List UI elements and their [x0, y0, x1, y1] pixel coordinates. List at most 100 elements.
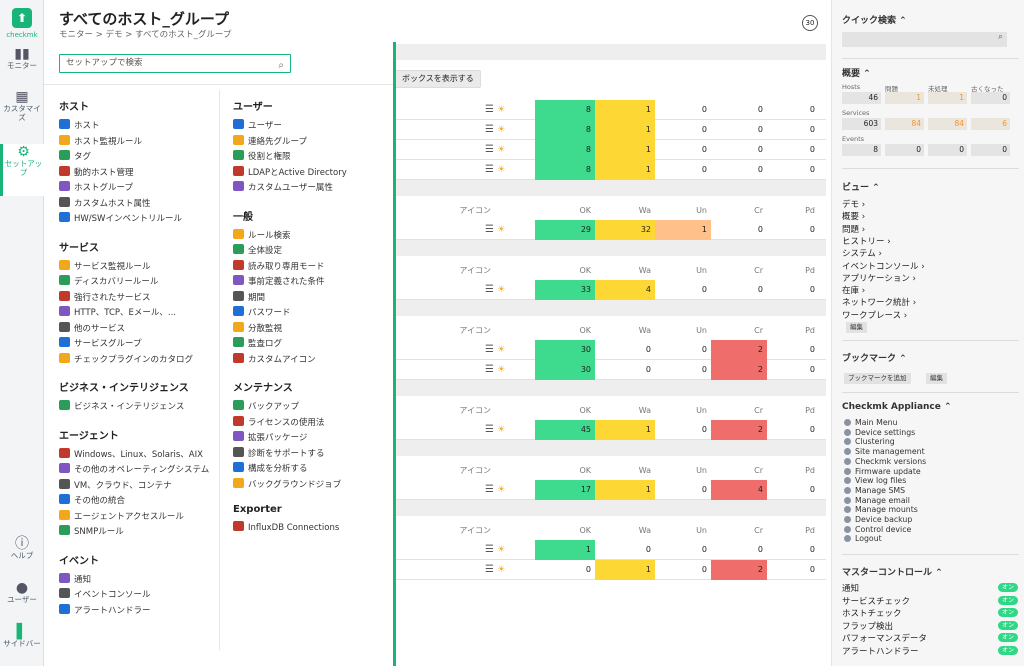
menu-item[interactable]: カスタムユーザー属性 — [233, 181, 347, 197]
count-cell[interactable]: 1 — [595, 560, 655, 580]
nav-user[interactable]: ● ユーザー — [0, 581, 44, 614]
count-cell[interactable]: 8 — [535, 100, 595, 120]
count-cell[interactable]: 0 — [767, 480, 819, 500]
menu-item[interactable]: HTTP、TCP、Eメール、... — [59, 306, 209, 322]
menu-item[interactable]: 連絡先グループ — [233, 134, 347, 151]
column-header[interactable]: Un — [655, 202, 711, 220]
column-header[interactable]: Un — [655, 522, 711, 540]
nav-customize[interactable]: ▦ カスタマイズ — [0, 90, 44, 135]
column-header[interactable]: Cr — [711, 522, 767, 540]
appliance-item[interactable]: Device backup — [844, 515, 912, 524]
menu-item[interactable]: ルール検索 — [233, 228, 347, 245]
column-header[interactable]: アイコン — [435, 262, 495, 280]
column-header[interactable]: Pd — [767, 462, 819, 480]
menu-item[interactable]: 監査ログ — [233, 337, 347, 353]
count-cell[interactable]: 8 — [535, 120, 595, 140]
column-header[interactable]: Un — [655, 402, 711, 420]
view-item[interactable]: ワークプレース › — [842, 309, 907, 321]
view-item[interactable]: システム › — [842, 247, 882, 259]
count-cell[interactable]: 0 — [711, 120, 767, 140]
status-icon[interactable]: ☀ — [497, 545, 505, 555]
bookmark-edit-button[interactable]: 編集 — [926, 373, 947, 384]
menu-item[interactable]: エージェントアクセスルール — [59, 509, 209, 526]
views-title[interactable]: ビュー ⌃ — [842, 180, 880, 193]
count-cell[interactable]: 0 — [767, 540, 819, 560]
appliance-item[interactable]: Clustering — [844, 437, 895, 446]
master-control-title[interactable]: マスターコントロール ⌃ — [842, 565, 943, 578]
menu-item[interactable]: 事前定義された条件 — [233, 275, 347, 291]
column-header[interactable]: Pd — [767, 262, 819, 280]
menu-item[interactable]: 診断をサポートする — [233, 446, 347, 463]
column-header[interactable]: Cr — [711, 262, 767, 280]
menu-icon[interactable]: ☰ — [485, 164, 494, 175]
count-cell[interactable]: 1 — [595, 160, 655, 180]
count-cell[interactable]: 2 — [711, 360, 767, 380]
column-header[interactable]: Pd — [767, 402, 819, 420]
overview-value[interactable]: 603 — [842, 118, 881, 130]
menu-item[interactable]: 分散監視 — [233, 321, 347, 338]
overview-value[interactable]: 1 — [928, 92, 967, 104]
appliance-item[interactable]: Manage mounts — [844, 505, 918, 514]
count-cell[interactable]: 0 — [711, 540, 767, 560]
breadcrumb[interactable]: モニター > デモ > すべてのホスト_グループ — [59, 28, 231, 40]
menu-item[interactable]: 期間 — [233, 290, 347, 307]
menu-item[interactable]: サービスグループ — [59, 337, 209, 353]
overview-value[interactable]: 84 — [928, 118, 967, 130]
count-cell[interactable]: 1 — [595, 140, 655, 160]
overview-value[interactable]: 46 — [842, 92, 881, 104]
count-cell[interactable]: 1 — [595, 480, 655, 500]
count-cell[interactable]: 0 — [655, 540, 711, 560]
menu-icon[interactable]: ☰ — [485, 364, 494, 375]
count-cell[interactable]: 32 — [595, 220, 655, 240]
count-cell[interactable]: 0 — [655, 160, 711, 180]
count-cell[interactable]: 30 — [535, 360, 595, 380]
menu-item[interactable]: 動的ホスト管理 — [59, 165, 209, 182]
menu-item[interactable]: イベントコンソール — [59, 588, 209, 604]
menu-item[interactable]: ホストグループ — [59, 181, 209, 197]
show-box-button[interactable]: ボックスを表示する — [395, 70, 481, 88]
appliance-item[interactable]: Site management — [844, 447, 925, 456]
column-header[interactable]: Un — [655, 462, 711, 480]
column-header[interactable]: Wa — [595, 202, 655, 220]
count-cell[interactable]: 4 — [711, 480, 767, 500]
status-icon[interactable]: ☀ — [497, 345, 505, 355]
overview-title[interactable]: 概要 ⌃ — [842, 66, 871, 79]
menu-item[interactable]: サービス監視ルール — [59, 259, 209, 276]
toggle-switch[interactable]: オン — [998, 620, 1018, 630]
menu-icon[interactable]: ☰ — [485, 224, 494, 235]
toggle-switch[interactable]: オン — [998, 608, 1018, 618]
appliance-item[interactable]: Checkmk versions — [844, 457, 926, 466]
column-header[interactable]: Un — [655, 262, 711, 280]
column-header[interactable]: Cr — [711, 462, 767, 480]
column-header[interactable]: アイコン — [435, 462, 495, 480]
menu-item[interactable]: 構成を分析する — [233, 462, 347, 478]
overview-value[interactable]: 0 — [971, 92, 1010, 104]
menu-icon[interactable]: ☰ — [485, 564, 494, 575]
menu-item[interactable]: 他のサービス — [59, 321, 209, 338]
count-cell[interactable]: 29 — [535, 220, 595, 240]
count-cell[interactable]: 2 — [711, 560, 767, 580]
menu-item[interactable]: 通知 — [59, 572, 209, 589]
count-cell[interactable]: 0 — [595, 360, 655, 380]
count-cell[interactable]: 30 — [535, 340, 595, 360]
appliance-item[interactable]: Main Menu — [844, 418, 898, 427]
menu-icon[interactable]: ☰ — [485, 124, 494, 135]
toggle-switch[interactable]: オン — [998, 633, 1018, 643]
appliance-item[interactable]: Manage email — [844, 496, 910, 505]
appliance-item[interactable]: Firmware update — [844, 467, 921, 476]
toggle-switch[interactable]: オン — [998, 583, 1018, 592]
count-cell[interactable]: 2 — [711, 420, 767, 440]
count-cell[interactable]: 33 — [535, 280, 595, 300]
view-item[interactable]: ネットワーク統計 › — [842, 296, 916, 308]
setup-search-input[interactable]: セットアップで検索 ⌕ — [59, 54, 291, 73]
overview-value[interactable]: 0 — [885, 144, 924, 156]
count-cell[interactable]: 8 — [535, 160, 595, 180]
column-header[interactable]: Un — [655, 322, 711, 340]
status-icon[interactable]: ☀ — [497, 285, 505, 295]
menu-item[interactable]: ディスカバリールール — [59, 275, 209, 291]
menu-icon[interactable]: ☰ — [485, 144, 494, 155]
appliance-item[interactable]: Manage SMS — [844, 486, 905, 495]
add-bookmark-button[interactable]: ブックマークを追加 — [844, 373, 911, 384]
view-item[interactable]: イベントコンソール › — [842, 260, 925, 272]
count-cell[interactable]: 0 — [767, 160, 819, 180]
